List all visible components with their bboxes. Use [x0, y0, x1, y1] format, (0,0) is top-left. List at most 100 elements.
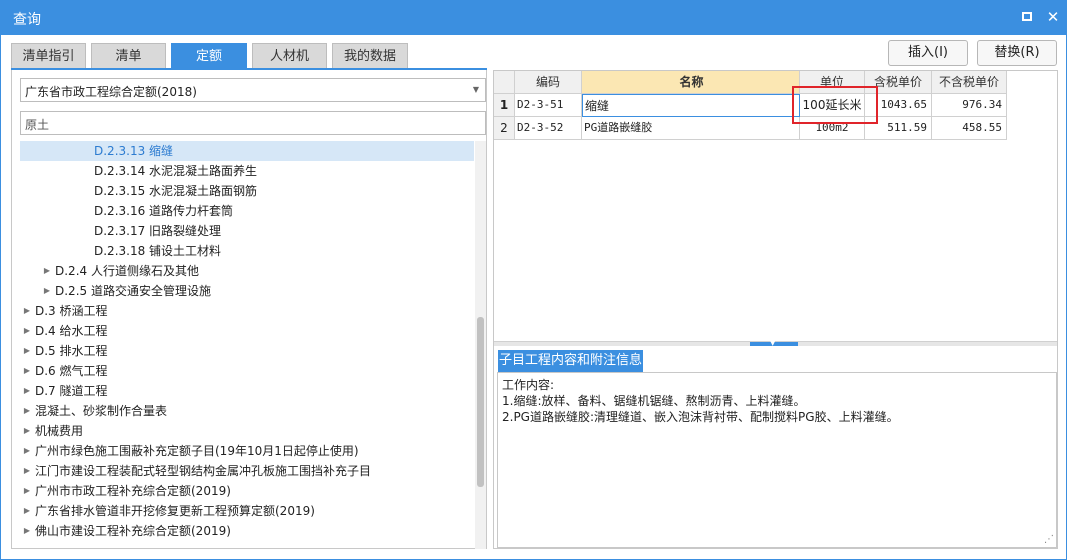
cell-code[interactable]: D2-3-51: [515, 94, 582, 117]
tree-item-label: 广东省排水管道非开挖修复更新工程预算定额(2019): [35, 504, 315, 518]
tab-labor-material[interactable]: 人材机: [252, 43, 327, 69]
expand-arrow-icon[interactable]: ▶: [22, 321, 32, 341]
expand-arrow-icon[interactable]: ▶: [22, 361, 32, 381]
chevron-down-icon: ▼: [770, 339, 776, 347]
replace-button[interactable]: 替换(R): [977, 40, 1057, 66]
expand-arrow-icon[interactable]: ▶: [22, 481, 32, 501]
info-line: 2.PG道路嵌缝胶:清理缝道、嵌入泡沫背衬带、配制搅料PG胶、上料灌缝。: [502, 410, 899, 424]
cell-notax-price[interactable]: 458.55: [932, 117, 1007, 140]
tree-item[interactable]: ▶ 江门市建设工程装配式轻型钢结构金属冲孔板施工围挡补充子目: [20, 461, 474, 481]
info-line: 1.缩缝:放样、备料、锯缝机锯缝、熬制沥青、上料灌缝。: [502, 394, 806, 408]
expand-arrow-icon[interactable]: ▶: [22, 501, 32, 521]
header-code[interactable]: 编码: [515, 71, 582, 94]
tree-item[interactable]: ▶ D.3 桥涵工程: [20, 301, 474, 321]
tree-item[interactable]: D.2.3.15 水泥混凝土路面钢筋: [20, 181, 474, 201]
tree-item-label: 广州市市政工程补充综合定额(2019): [35, 484, 231, 498]
panel-splitter[interactable]: ▼: [494, 339, 1057, 347]
tree-item[interactable]: ▶ 佛山市建设工程补充综合定额(2019): [20, 521, 474, 541]
cell-name[interactable]: PG道路嵌缝胶: [582, 117, 800, 140]
tree-item-label: 佛山市建设工程补充综合定额(2019): [35, 524, 231, 538]
tree-item-label: D.2.3.13 缩缝: [94, 144, 174, 158]
tree-item-label: D.3 桥涵工程: [35, 304, 108, 318]
tree-item-label: D.2.5 道路交通安全管理设施: [55, 284, 211, 298]
tree-item[interactable]: ▶ D.6 燃气工程: [20, 361, 474, 381]
tree-item[interactable]: ▶ 广东省排水管道非开挖修复更新工程预算定额(2019): [20, 501, 474, 521]
tab-bill-guide[interactable]: 清单指引: [11, 43, 86, 69]
quota-result-panel: 编码 名称 单位 含税单价 不含税单价 1 D2-3-51 缩缝 100延长米 …: [493, 70, 1058, 549]
tab-quota[interactable]: 定额: [171, 43, 247, 69]
window-title: 查询: [13, 12, 41, 28]
tree-item-label: 机械费用: [35, 424, 84, 438]
tree-item[interactable]: D.2.3.17 旧路裂缝处理: [20, 221, 474, 241]
tree-item[interactable]: ▶ D.2.5 道路交通安全管理设施: [20, 281, 474, 301]
quota-tree-panel: 广东省市政工程综合定额(2018) ▼ 原土 D.2.3.13 缩缝 D.2.3.…: [11, 70, 487, 549]
quota-library-value: 广东省市政工程综合定额(2018): [25, 85, 197, 99]
expand-arrow-icon[interactable]: ▶: [22, 461, 32, 481]
tree-item-label: D.2.3.14 水泥混凝土路面养生: [94, 164, 258, 178]
tree-item[interactable]: D.2.3.14 水泥混凝土路面养生: [20, 161, 474, 181]
tree-item[interactable]: ▶ D.5 排水工程: [20, 341, 474, 361]
tree-item-label: D.4 给水工程: [35, 324, 108, 338]
cell-name-editing[interactable]: 缩缝: [582, 94, 800, 117]
tree-item-label: 广州市绿色施工围蔽补充定额子目(19年10月1日起停止使用): [35, 444, 359, 458]
quota-library-select[interactable]: 广东省市政工程综合定额(2018) ▼: [20, 78, 486, 102]
tree-item-label: 混凝土、砂浆制作合量表: [35, 404, 168, 418]
expand-arrow-icon[interactable]: ▶: [22, 521, 32, 541]
header-notax-price[interactable]: 不含税单价: [932, 71, 1007, 94]
insert-button[interactable]: 插入(I): [888, 40, 968, 66]
expand-arrow-icon[interactable]: ▶: [22, 341, 32, 361]
tree-item-label: D.2.3.16 道路传力杆套筒: [94, 204, 234, 218]
resize-grip-icon[interactable]: ⋰: [1044, 534, 1054, 545]
tree-item-label: D.2.3.18 铺设土工材料: [94, 244, 222, 258]
tree-item-label: D.5 排水工程: [35, 344, 108, 358]
search-input[interactable]: 原土: [20, 111, 486, 135]
row-number[interactable]: 2: [494, 117, 515, 140]
query-window: 查询 ✕ 清单指引 清单 定额 人材机 我的数据 插入(I) 替换(R) 广东省…: [0, 0, 1067, 560]
tree-item-label: D.2.3.15 水泥混凝土路面钢筋: [94, 184, 258, 198]
info-tab[interactable]: 子目工程内容和附注信息: [498, 350, 643, 372]
close-icon: ✕: [1046, 8, 1060, 26]
tree-scrollbar[interactable]: [475, 141, 486, 549]
tree-item[interactable]: ▶ 广州市绿色施工围蔽补充定额子目(19年10月1日起停止使用): [20, 441, 474, 461]
tab-bill[interactable]: 清单: [91, 43, 166, 69]
tree-item[interactable]: ▶ 机械费用: [20, 421, 474, 441]
chevron-down-icon: ▼: [472, 85, 479, 94]
expand-arrow-icon[interactable]: ▶: [22, 441, 32, 461]
expand-arrow-icon[interactable]: ▶: [22, 401, 32, 421]
tree-item[interactable]: ▶ 混凝土、砂浆制作合量表: [20, 401, 474, 421]
tree-item-label: D.6 燃气工程: [35, 364, 108, 378]
expand-arrow-icon[interactable]: ▶: [42, 281, 52, 301]
maximize-icon: [1022, 12, 1032, 21]
tree-item-label: D.2.4 人行道侧缘石及其他: [55, 264, 199, 278]
tree-item-label: D.2.3.17 旧路裂缝处理: [94, 224, 222, 238]
tree-item-label: 江门市建设工程装配式轻型钢结构金属冲孔板施工围挡补充子目: [35, 464, 372, 478]
row-number[interactable]: 1: [494, 94, 515, 117]
header-name[interactable]: 名称: [582, 71, 800, 94]
grid-corner: [494, 71, 515, 94]
tab-my-data[interactable]: 我的数据: [332, 43, 408, 69]
close-button[interactable]: ✕: [1045, 9, 1061, 25]
expand-arrow-icon[interactable]: ▶: [22, 381, 32, 401]
info-content: 工作内容: 1.缩缝:放样、备料、锯缝机锯缝、熬制沥青、上料灌缝。 2.PG道路…: [497, 372, 1057, 548]
quota-tree: D.2.3.13 缩缝 D.2.3.14 水泥混凝土路面养生 D.2.3.15 水泥…: [20, 141, 474, 549]
scrollbar-thumb[interactable]: [477, 317, 484, 487]
search-input-value: 原土: [25, 118, 50, 132]
info-line: 工作内容:: [502, 378, 555, 392]
tree-item[interactable]: ▶ D.4 给水工程: [20, 321, 474, 341]
tree-item[interactable]: D.2.3.13 缩缝: [20, 141, 474, 161]
splitter-grip[interactable]: ▼: [750, 339, 798, 347]
expand-arrow-icon[interactable]: ▶: [42, 261, 52, 281]
unit-highlight-box: [792, 86, 878, 124]
maximize-button[interactable]: [1019, 9, 1035, 25]
tree-item[interactable]: ▶ 广州市市政工程补充综合定额(2019): [20, 481, 474, 501]
tree-item[interactable]: ▶ D.2.4 人行道侧缘石及其他: [20, 261, 474, 281]
expand-arrow-icon[interactable]: ▶: [22, 421, 32, 441]
tree-item[interactable]: ▶ D.7 隧道工程: [20, 381, 474, 401]
expand-arrow-icon[interactable]: ▶: [22, 301, 32, 321]
cell-notax-price[interactable]: 976.34: [932, 94, 1007, 117]
tree-item-label: D.7 隧道工程: [35, 384, 108, 398]
tree-item[interactable]: D.2.3.16 道路传力杆套筒: [20, 201, 474, 221]
tree-item[interactable]: D.2.3.18 铺设土工材料: [20, 241, 474, 261]
title-bar: 查询 ✕: [1, 1, 1066, 35]
cell-code[interactable]: D2-3-52: [515, 117, 582, 140]
